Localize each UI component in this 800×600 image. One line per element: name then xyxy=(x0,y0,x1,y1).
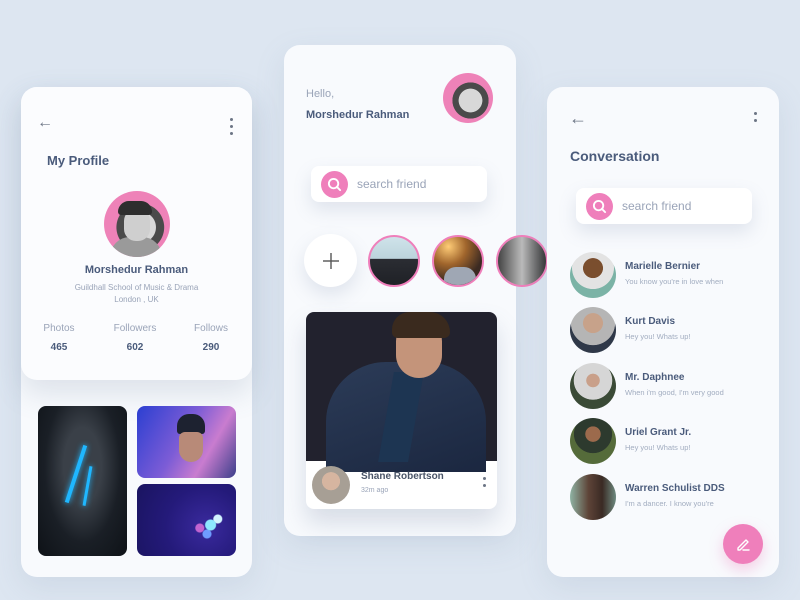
gallery-photo[interactable] xyxy=(38,406,127,556)
contact-avatar xyxy=(570,474,616,520)
last-message: Hey you! Whats up! xyxy=(625,443,691,452)
search-icon[interactable] xyxy=(586,192,613,220)
search-bar[interactable] xyxy=(311,166,487,202)
search-bar[interactable] xyxy=(576,188,752,224)
search-icon[interactable] xyxy=(321,170,348,198)
contact-name: Kurt Davis xyxy=(625,316,676,327)
post-author-name[interactable]: Shane Robertson xyxy=(361,471,444,482)
post-card: Shane Robertson 32m ago xyxy=(306,312,497,509)
contact-name: Marielle Bernier xyxy=(625,261,701,272)
avatar-cap-shape xyxy=(118,201,152,215)
stat-label: Photos xyxy=(43,323,75,334)
story-avatar[interactable] xyxy=(432,235,484,287)
last-message: When i'm good, I'm very good xyxy=(625,388,724,397)
greeting: Hello, xyxy=(306,88,335,100)
conversation-item[interactable]: Uriel Grant Jr. Hey you! Whats up! xyxy=(570,418,770,464)
more-vertical-icon[interactable] xyxy=(482,477,486,487)
user-name: Morshedur Rahman xyxy=(306,109,410,121)
search-input[interactable] xyxy=(357,177,477,191)
contact-avatar xyxy=(570,363,616,409)
contact-avatar xyxy=(570,252,616,298)
search-input[interactable] xyxy=(622,199,742,213)
profile-name: Morshedur Rahman xyxy=(84,264,189,276)
contact-name: Warren Schulist DDS xyxy=(625,483,725,494)
gallery-photo[interactable] xyxy=(137,406,236,478)
contact-avatar xyxy=(570,307,616,353)
stat-follows[interactable]: Follows 290 xyxy=(181,323,241,353)
post-footer: Shane Robertson 32m ago xyxy=(306,461,497,509)
conversation-item[interactable]: Kurt Davis Hey you! Whats up! xyxy=(570,307,770,353)
plus-icon xyxy=(322,252,339,269)
contact-name: Mr. Daphnee xyxy=(625,372,685,383)
add-story-button[interactable] xyxy=(304,234,357,287)
page-title: My Profile xyxy=(47,153,110,168)
stat-label: Follows xyxy=(194,323,228,334)
user-avatar[interactable] xyxy=(443,73,493,123)
post-author-avatar[interactable] xyxy=(312,466,350,504)
conversation-item[interactable]: Marielle Bernier You know you're in love… xyxy=(570,252,770,298)
more-vertical-icon[interactable] xyxy=(753,112,757,122)
profile-location: London , UK xyxy=(114,295,159,304)
arrow-left-icon[interactable]: ← xyxy=(37,115,53,131)
conversation-screen: ← Conversation Marielle Bernier You know… xyxy=(547,87,779,577)
stat-value: 602 xyxy=(126,342,144,353)
post-image[interactable] xyxy=(306,312,497,472)
story-avatar[interactable] xyxy=(496,235,548,287)
contact-avatar xyxy=(570,418,616,464)
conversation-item[interactable]: Mr. Daphnee When i'm good, I'm very good xyxy=(570,363,770,409)
gallery-photo[interactable] xyxy=(137,484,236,556)
conversation-item[interactable]: Warren Schulist DDS I'm a dancer. I know… xyxy=(570,474,770,520)
last-message: You know you're in love when xyxy=(625,277,724,286)
contact-name: Uriel Grant Jr. xyxy=(625,427,692,438)
post-timestamp: 32m ago xyxy=(361,487,389,494)
pencil-icon xyxy=(737,539,750,551)
last-message: I'm a dancer. I know you're xyxy=(625,499,714,508)
last-message: Hey you! Whats up! xyxy=(625,332,691,341)
stat-label: Followers xyxy=(113,323,157,334)
profile-school: Guildhall School of Music & Drama xyxy=(74,283,199,292)
stat-photos[interactable]: Photos 465 xyxy=(29,323,89,353)
profile-avatar[interactable] xyxy=(104,191,170,257)
arrow-left-icon[interactable]: ← xyxy=(569,109,587,127)
stat-value: 465 xyxy=(50,342,68,353)
image-hair-shape xyxy=(392,312,450,338)
page-title: Conversation xyxy=(570,148,660,164)
profile-screen: ← My Profile Morshedur Rahman Guildhall … xyxy=(21,87,252,577)
stat-value: 290 xyxy=(202,342,220,353)
stat-followers[interactable]: Followers 602 xyxy=(105,323,165,353)
profile-panel: ← My Profile Morshedur Rahman Guildhall … xyxy=(21,87,252,380)
more-vertical-icon[interactable] xyxy=(229,118,233,135)
compose-button[interactable] xyxy=(723,524,763,564)
story-avatar[interactable] xyxy=(368,235,420,287)
home-screen: Hello, Morshedur Rahman Shane Robertson … xyxy=(284,45,548,536)
